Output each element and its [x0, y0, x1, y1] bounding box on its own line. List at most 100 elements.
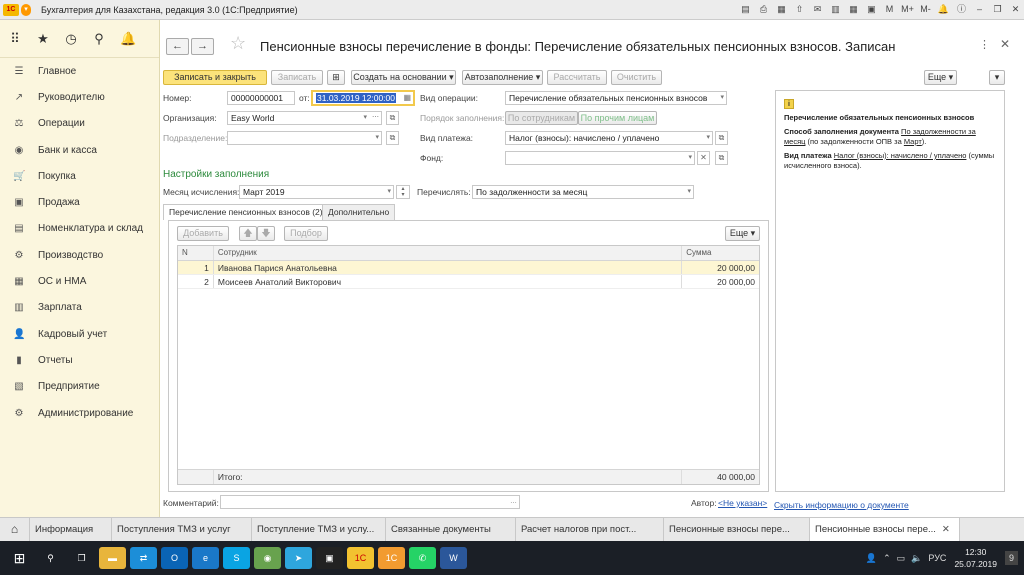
calculate-button[interactable]: Рассчитать [547, 70, 607, 85]
people-icon[interactable]: 👤 [866, 553, 877, 564]
history-icon[interactable]: ◷ [64, 31, 78, 47]
sidebar-item[interactable]: ⚙ Производство [0, 242, 159, 268]
transfer-field[interactable]: По задолженности за месяц ▾ [472, 185, 694, 199]
sidebar-item[interactable]: ↗ Руководителю [0, 84, 159, 110]
explorer-icon[interactable]: ▬ [99, 547, 126, 569]
number-field[interactable]: 00000000001 [227, 91, 295, 105]
dropdown-icon[interactable]: ▾ [687, 186, 691, 198]
fund-field[interactable]: ▾ [505, 151, 695, 165]
payment-type-field[interactable]: Налог (взносы): начислено / уплачено ▾ [505, 131, 713, 145]
help-dropdown-button[interactable]: ▾ [989, 70, 1005, 85]
select-button[interactable]: Подбор [284, 226, 328, 241]
back-button[interactable]: ← [166, 38, 189, 55]
sidebar-item[interactable]: ☰ Главное [0, 58, 159, 84]
onec-icon[interactable]: 1С [347, 547, 374, 569]
sidebar-item[interactable]: ▣ Продажа [0, 189, 159, 215]
mail-icon[interactable]: ✉ [809, 2, 826, 17]
sidebar-item[interactable]: ▥ Зарплата [0, 295, 159, 321]
sidebar-item[interactable]: ⚖ Операции [0, 111, 159, 137]
move-down-icon[interactable]: 🡇 [257, 226, 275, 241]
xbox-icon[interactable]: ▣ [316, 547, 343, 569]
close-icon[interactable]: ✕ [1007, 2, 1024, 17]
sidebar-item[interactable]: ▦ ОС и НМА [0, 268, 159, 294]
row-sum[interactable]: 20 000,00 [682, 261, 759, 274]
column-n[interactable]: N [178, 246, 214, 260]
dropdown-icon[interactable]: ▾ [720, 92, 724, 104]
column-sum[interactable]: Сумма [682, 246, 759, 260]
table-icon[interactable]: ▥ [827, 2, 844, 17]
preview-icon[interactable]: ▦ [773, 2, 790, 17]
save-and-close-button[interactable]: Записать и закрыть [163, 70, 267, 85]
comment-field[interactable]: … [220, 495, 520, 509]
minimize-icon[interactable]: – [971, 2, 988, 17]
calendar-icon[interactable]: ▦ [845, 2, 862, 17]
save-button[interactable]: Записать [271, 70, 323, 85]
memory-sub-icon[interactable]: M- [917, 2, 934, 17]
whatsapp-icon[interactable]: ✆ [409, 547, 436, 569]
outlook-icon[interactable]: O [161, 547, 188, 569]
operation-type-field[interactable]: Перечисление обязательных пенсионных взн… [505, 91, 727, 105]
clear-icon[interactable]: ⋯ [372, 112, 379, 124]
window-tab[interactable]: Поступления ТМЗ и услуг [112, 518, 252, 541]
forward-button[interactable]: → [191, 38, 214, 55]
clock[interactable]: 12:30 25.07.2019 [954, 546, 997, 570]
edge-icon[interactable]: e [192, 547, 219, 569]
onec-alt-icon[interactable]: 1С [378, 547, 405, 569]
column-employee[interactable]: Сотрудник [214, 246, 683, 260]
window-tab[interactable]: Расчет налогов при пост... [516, 518, 664, 541]
create-based-on-button[interactable]: Создать на основании ▾ [351, 70, 456, 85]
sidebar-item[interactable]: ⚙ Администрирование [0, 400, 159, 426]
close-form-icon[interactable]: ✕ [1000, 37, 1010, 51]
memory-add-icon[interactable]: M+ [899, 2, 916, 17]
month-field[interactable]: Март 2019 ▾ [239, 185, 394, 199]
upload-icon[interactable]: ⇧ [791, 2, 808, 17]
print-icon[interactable]: ⎙ [755, 2, 772, 17]
calculator-icon[interactable]: ▣ [863, 2, 880, 17]
clear-button[interactable]: Очистить [611, 70, 662, 85]
more-vertical-icon[interactable]: ⋮ [979, 38, 990, 52]
organization-field[interactable]: Easy World ▾ ⋯ [227, 111, 382, 125]
info-icon[interactable]: ⓘ [953, 2, 970, 17]
window-tab[interactable]: Поступление ТМЗ и услу... [252, 518, 386, 541]
task-view-icon[interactable]: ❐ [68, 547, 95, 569]
window-tab[interactable]: Пенсионные взносы пере... [664, 518, 810, 541]
favorites-star-icon[interactable]: ★ [36, 31, 50, 47]
calendar-icon[interactable]: ▦ [403, 92, 411, 104]
favorite-star-icon[interactable]: ☆ [230, 33, 246, 54]
start-windows-icon[interactable]: ⊞ [6, 547, 33, 569]
open-department-icon[interactable]: ⧉ [386, 131, 399, 145]
month-spinner[interactable]: ▴ ▾ [396, 185, 410, 199]
home-icon[interactable]: ⌂ [0, 518, 30, 541]
main-menu-button[interactable]: ▾ [21, 3, 31, 16]
word-icon[interactable]: W [440, 547, 467, 569]
search-icon[interactable]: ⚲ [92, 31, 106, 47]
sidebar-item[interactable]: ▤ Номенклатура и склад [0, 216, 159, 242]
tray-chevron-icon[interactable]: ⌃ [883, 553, 891, 564]
sidebar-item[interactable]: ◉ Банк и касса [0, 137, 159, 163]
dropdown-icon[interactable]: ▾ [387, 186, 391, 198]
fill-method-month-link[interactable]: Март [904, 137, 922, 146]
save-icon[interactable]: ▤ [737, 2, 754, 17]
dropdown-icon[interactable]: ▾ [363, 112, 367, 124]
open-fund-icon[interactable]: ⧉ [715, 151, 728, 165]
memory-plus-icon[interactable]: M [881, 2, 898, 17]
add-row-button[interactable]: Добавить [177, 226, 229, 241]
date-field[interactable]: 31.03.2019 12:00:00 ▦ [311, 90, 415, 106]
payment-type-info-link[interactable]: Налог (взносы): начислено / уплачено [834, 151, 967, 160]
window-tab[interactable]: Пенсионные взносы пере... ✕ [810, 518, 960, 541]
move-up-icon[interactable]: 🡅 [239, 226, 257, 241]
open-organization-icon[interactable]: ⧉ [386, 111, 399, 125]
dropdown-icon[interactable]: ▾ [706, 132, 710, 144]
window-tab[interactable]: Информация [30, 518, 112, 541]
tab-additional[interactable]: Дополнительно [322, 204, 396, 220]
sidebar-item[interactable]: ▧ Предприятие [0, 374, 159, 400]
author-link[interactable]: <Не указан> [718, 498, 767, 508]
fund-clear-icon[interactable]: ✕ [697, 151, 710, 165]
fill-by-others-button[interactable]: По прочим лицам [578, 111, 657, 125]
maximize-icon[interactable]: ❐ [989, 2, 1006, 17]
bell-icon[interactable]: 🔔 [935, 2, 952, 17]
autofill-button[interactable]: Автозаполнение ▾ [462, 70, 543, 85]
teamviewer-icon[interactable]: ⇄ [130, 547, 157, 569]
bell-icon[interactable]: 🔔 [120, 31, 136, 47]
sidebar-item[interactable]: ▮ Отчеты [0, 347, 159, 373]
